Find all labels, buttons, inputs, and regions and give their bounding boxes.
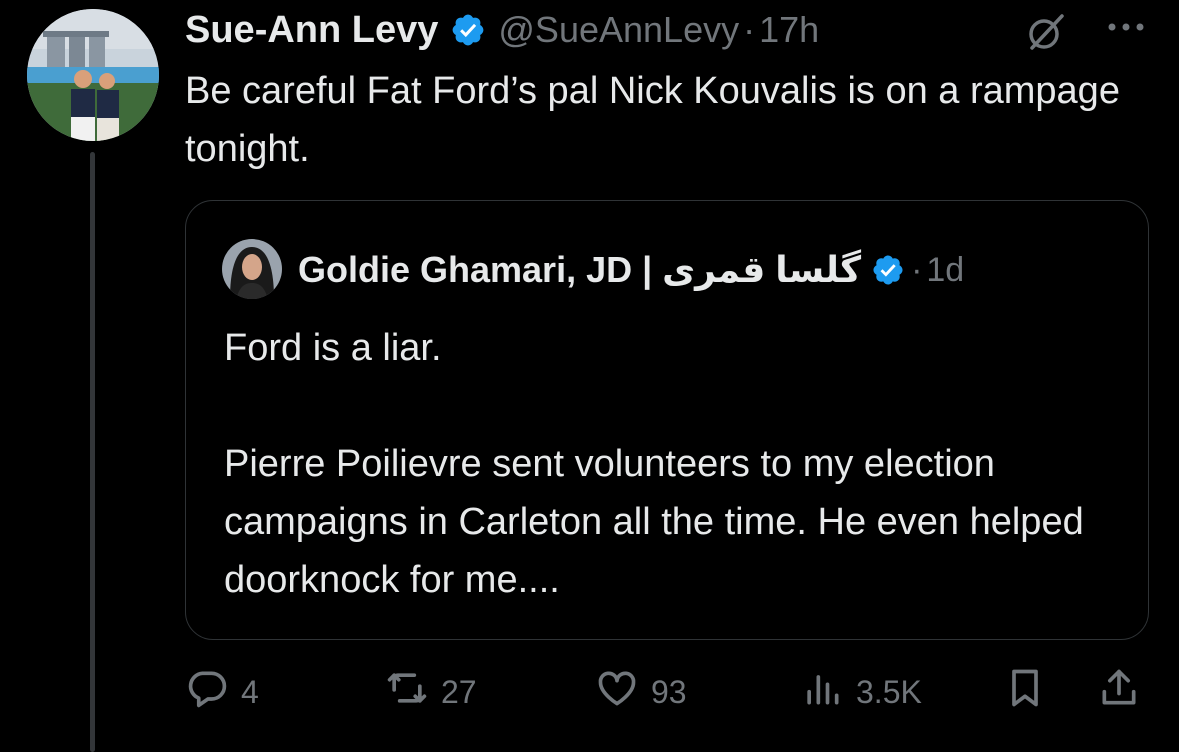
more-icon[interactable]	[1104, 12, 1148, 42]
views-icon	[800, 666, 844, 718]
quoted-timestamp[interactable]: 1d	[926, 251, 964, 290]
author-avatar[interactable]	[27, 9, 159, 141]
quoted-author-avatar[interactable]	[222, 239, 282, 299]
like-button[interactable]: 93	[595, 660, 687, 724]
grok-icon[interactable]	[1024, 10, 1068, 54]
tweet-header: Sue-Ann Levy @SueAnnLevy · 17h	[185, 8, 819, 52]
action-bar: 4 27 93 3.5K	[185, 660, 1150, 724]
reply-button[interactable]: 4	[185, 660, 259, 724]
reply-count: 4	[241, 673, 259, 710]
share-button[interactable]	[1097, 660, 1141, 724]
like-count: 93	[651, 673, 687, 710]
quoted-tweet[interactable]: Goldie Ghamari, JD | گلسا قمری · 1d Ford…	[185, 200, 1149, 640]
quoted-author-name[interactable]: Goldie Ghamari, JD | گلسا قمری	[298, 249, 861, 291]
author-handle[interactable]: @SueAnnLevy	[498, 9, 739, 51]
thread-line	[90, 152, 95, 752]
verified-badge-icon[interactable]	[450, 12, 486, 48]
quoted-header: Goldie Ghamari, JD | گلسا قمری · 1d	[298, 247, 964, 293]
author-name[interactable]: Sue-Ann Levy	[185, 9, 438, 52]
quoted-tweet-text: Ford is a liar. Pierre Poilievre sent vo…	[224, 327, 1084, 601]
separator-dot: ·	[911, 250, 923, 289]
like-icon	[595, 666, 639, 718]
reply-icon	[185, 666, 229, 718]
tweet-timestamp[interactable]: 17h	[759, 9, 819, 51]
repost-icon	[385, 666, 429, 718]
views-count: 3.5K	[856, 673, 922, 710]
views-button[interactable]: 3.5K	[800, 660, 922, 724]
share-icon	[1097, 666, 1141, 718]
bookmark-button[interactable]	[1003, 660, 1047, 724]
separator-dot: ·	[743, 9, 756, 50]
verified-badge-icon[interactable]	[871, 253, 905, 287]
repost-button[interactable]: 27	[385, 660, 477, 724]
bookmark-icon	[1003, 666, 1047, 718]
repost-count: 27	[441, 673, 477, 710]
tweet-text: Be careful Fat Ford’s pal Nick Kouvalis …	[185, 70, 1120, 170]
